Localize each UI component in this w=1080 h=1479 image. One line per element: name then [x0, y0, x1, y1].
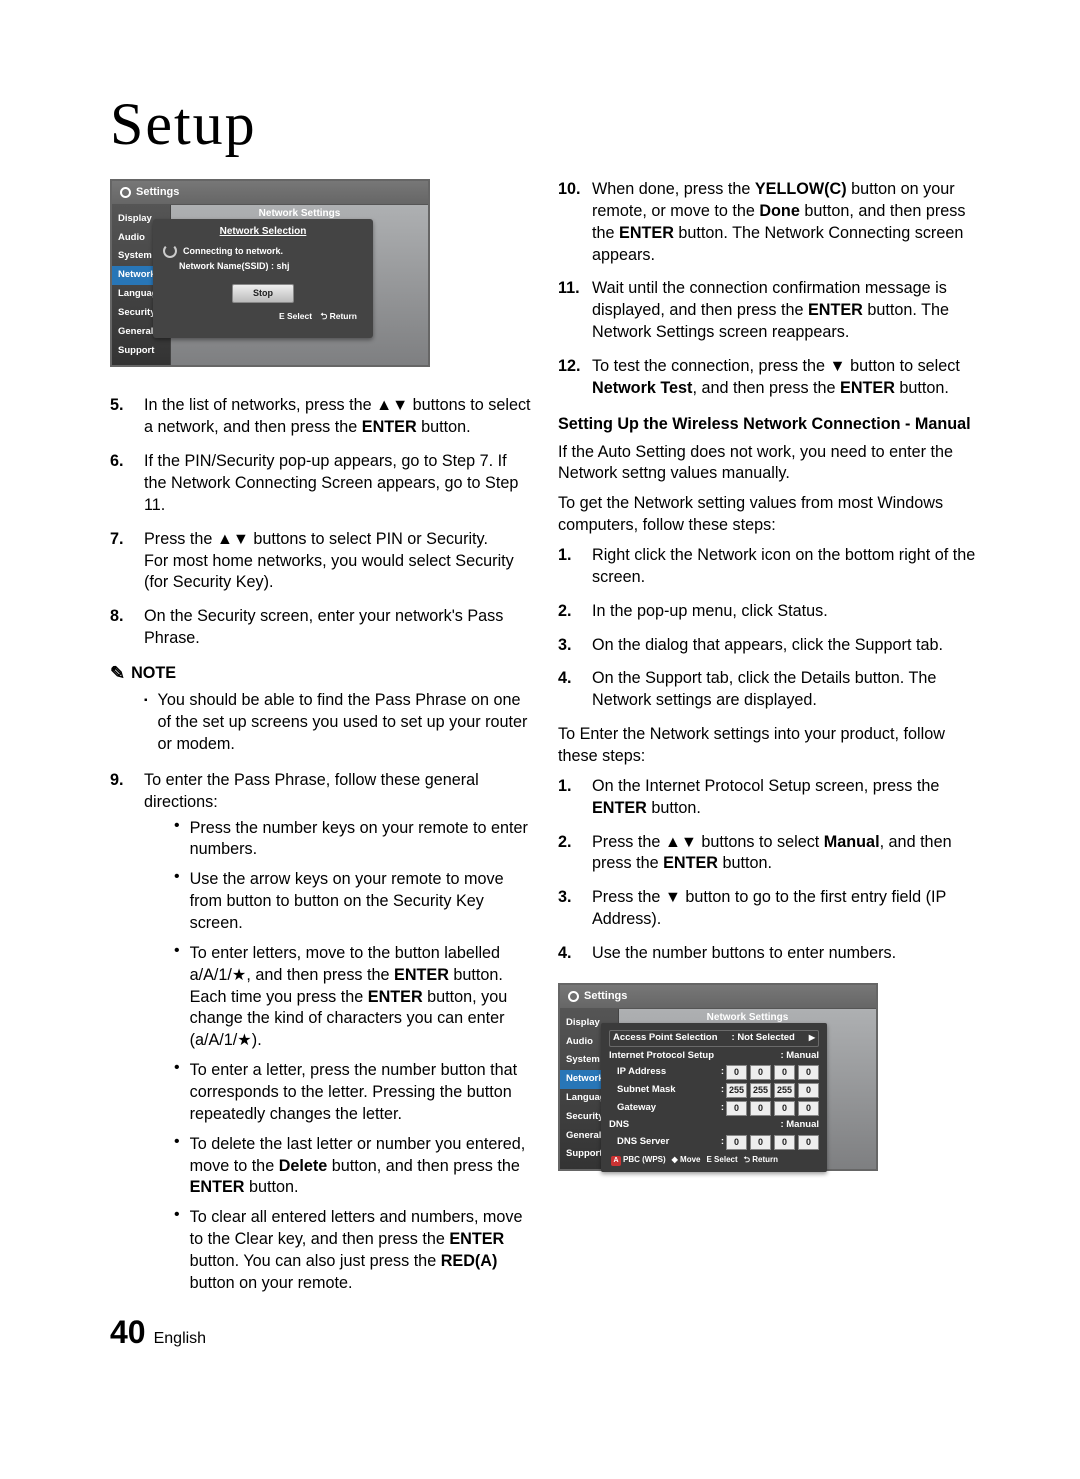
step-number: 2. — [558, 601, 592, 623]
step-number: 4. — [558, 668, 592, 712]
step-number: 9. — [110, 770, 144, 1303]
bullet-item: To clear all entered letters and numbers… — [190, 1207, 532, 1294]
ip-octet[interactable]: 0 — [726, 1101, 747, 1116]
dns-value: : Manual — [780, 1119, 819, 1132]
ip-octet[interactable]: 0 — [726, 1065, 747, 1080]
triangle-right-icon: ▶ — [809, 1033, 815, 1044]
sm-label: Subnet Mask — [609, 1084, 719, 1097]
step-number: 1. — [558, 545, 592, 589]
step-body: Press the ▲▼ buttons to select Manual, a… — [592, 832, 980, 876]
panel-footer: APBC (WPS) ◆ Move E Select ⮌ Return — [609, 1153, 819, 1166]
step-body: On the dialog that appears, click the Su… — [592, 635, 980, 657]
sidebar-item: Support — [112, 342, 170, 361]
step-body: In the list of networks, press the ▲▼ bu… — [144, 395, 532, 439]
popup-footer: E Select ⮌ Return — [163, 311, 363, 322]
popup-network-selection: Network Selection Connecting to network.… — [153, 219, 373, 338]
ip-octet[interactable]: 0 — [750, 1135, 771, 1150]
settings-bar-title: Settings — [136, 185, 179, 200]
screenshot-network-settings-manual: Settings Display Audio System Network La… — [558, 983, 878, 1171]
ip-octet[interactable]: 0 — [798, 1065, 819, 1080]
bullet-item: To enter letters, move to the button lab… — [190, 943, 532, 1052]
ip-octet[interactable]: 0 — [750, 1065, 771, 1080]
step-body: To enter the Pass Phrase, follow these g… — [144, 770, 532, 1303]
settings-panel: Access Point Selection : Not Selected ▶ … — [601, 1023, 827, 1172]
step-number: 3. — [558, 635, 592, 657]
ips-label: Internet Protocol Setup — [609, 1050, 780, 1063]
subheading: Setting Up the Wireless Network Connecti… — [558, 414, 980, 436]
step-body: On the Security screen, enter your netwo… — [144, 606, 532, 650]
step-number: 10. — [558, 179, 592, 266]
step-body: Use the number buttons to enter numbers. — [592, 943, 980, 965]
step-body: In the pop-up menu, click Status. — [592, 601, 980, 623]
step-body: Press the ▲▼ buttons to select PIN or Se… — [144, 529, 532, 595]
note-item: You should be able to find the Pass Phra… — [158, 690, 532, 756]
gw-label: Gateway — [609, 1102, 719, 1115]
ip-octet[interactable]: 0 — [798, 1101, 819, 1116]
step-number: 6. — [110, 451, 144, 517]
ip-octet[interactable]: 0 — [750, 1101, 771, 1116]
note-heading: ✎ NOTE — [110, 662, 532, 686]
connecting-text: Connecting to network. — [183, 245, 283, 257]
step-number: 3. — [558, 887, 592, 931]
step-body: If the PIN/Security pop-up appears, go t… — [144, 451, 532, 517]
stop-button[interactable]: Stop — [232, 284, 294, 302]
step-number: 1. — [558, 776, 592, 820]
step-body: Wait until the connection confirmation m… — [592, 278, 980, 344]
step-number: 2. — [558, 832, 592, 876]
page-footer: 40 English — [110, 1311, 532, 1354]
bullet-item: Use the arrow keys on your remote to mov… — [190, 869, 532, 935]
spinner-icon — [163, 244, 177, 258]
dns-label: DNS — [609, 1119, 780, 1132]
step-body: To test the connection, press the ▼ butt… — [592, 356, 980, 400]
ip-octet[interactable]: 0 — [774, 1101, 795, 1116]
ip-octet[interactable]: 0 — [798, 1083, 819, 1098]
ip-octet[interactable]: 255 — [750, 1083, 771, 1098]
ip-octet[interactable]: 0 — [774, 1135, 795, 1150]
settings-bar-title: Settings — [584, 989, 627, 1004]
step-body: On the Internet Protocol Setup screen, p… — [592, 776, 980, 820]
step-number: 7. — [110, 529, 144, 595]
page-language: English — [154, 1328, 206, 1350]
step-number: 5. — [110, 395, 144, 439]
paragraph: If the Auto Setting does not work, you n… — [558, 442, 980, 486]
dnss-label: DNS Server — [609, 1136, 719, 1149]
step-body: On the Support tab, click the Details bu… — [592, 668, 980, 712]
gear-icon — [568, 991, 579, 1002]
bullet-item: To delete the last letter or number you … — [190, 1134, 532, 1200]
screenshot-network-selection: Settings Display Audio System Network La… — [110, 179, 430, 367]
ip-octet[interactable]: 255 — [774, 1083, 795, 1098]
step-number: 12. — [558, 356, 592, 400]
popup-title: Network Selection — [163, 225, 363, 239]
aps-value: : Not Selected — [732, 1032, 795, 1045]
ip-octet[interactable]: 255 — [726, 1083, 747, 1098]
paragraph: To get the Network setting values from m… — [558, 493, 980, 537]
ip-label: IP Address — [609, 1066, 719, 1079]
page-number: 40 — [110, 1311, 146, 1354]
ips-value: : Manual — [780, 1050, 819, 1063]
red-a-icon: A — [611, 1156, 621, 1166]
aps-label: Access Point Selection — [613, 1032, 718, 1045]
bullet-item: Press the number keys on your remote to … — [190, 818, 532, 862]
bullet-item: To enter a letter, press the number butt… — [190, 1060, 532, 1126]
paragraph: To Enter the Network settings into your … — [558, 724, 980, 768]
ssid-text: Network Name(SSID) : shj — [179, 260, 290, 272]
note-icon: ✎ — [110, 661, 125, 685]
ip-octet[interactable]: 0 — [798, 1135, 819, 1150]
step-body: Press the ▼ button to go to the first en… — [592, 887, 980, 931]
gear-icon — [120, 187, 131, 198]
ip-octet[interactable]: 0 — [726, 1135, 747, 1150]
step-number: 4. — [558, 943, 592, 965]
step-number: 11. — [558, 278, 592, 344]
step-body: Right click the Network icon on the bott… — [592, 545, 980, 589]
ip-octet[interactable]: 0 — [774, 1065, 795, 1080]
page-title: Setup — [110, 90, 980, 159]
step-number: 8. — [110, 606, 144, 650]
step-body: When done, press the YELLOW(C) button on… — [592, 179, 980, 266]
